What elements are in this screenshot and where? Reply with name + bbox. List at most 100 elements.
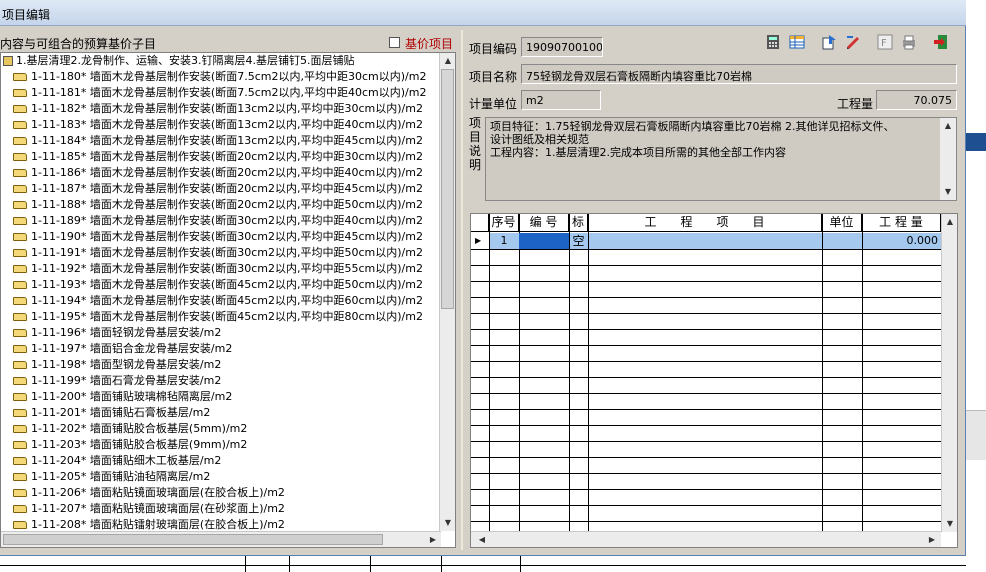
- background-window-strip: [966, 0, 986, 572]
- row-mark[interactable]: 空: [569, 233, 588, 249]
- print-icon[interactable]: [901, 34, 917, 50]
- grid-column-line: [822, 214, 823, 532]
- tree-item[interactable]: 1-11-205* 墙面铺贴油毡隔离层/m2: [13, 469, 210, 485]
- tree-root[interactable]: 1.基层清理2.龙骨制作、运输、安装3.钉隔离层4.基层铺钉5.面层铺贴: [3, 53, 354, 69]
- row-item[interactable]: [588, 233, 822, 249]
- scroll-up-icon[interactable]: ▲: [441, 54, 455, 68]
- tree-item-label: 1-11-188* 墙面木龙骨基层制作安装(断面20cm2以内,平均中距50cm…: [31, 198, 423, 211]
- scroll-down-icon[interactable]: ▼: [943, 517, 957, 531]
- formula-icon[interactable]: F: [877, 34, 893, 50]
- tree-item[interactable]: 1-11-199* 墙面石膏龙骨基层安装/m2: [13, 373, 221, 389]
- tree-item[interactable]: 1-11-188* 墙面木龙骨基层制作安装(断面20cm2以内,平均中距50cm…: [13, 197, 423, 213]
- folder-icon: [13, 393, 27, 401]
- work-item-grid[interactable]: 序号 编 号 标 工 程 项 目 单位 工 程 量 ▶ 1 空 0.000 ▲ …: [470, 213, 958, 548]
- tree-item[interactable]: 1-11-207* 墙面粘贴镜面玻璃面层(在砂浆面上)/m2: [13, 501, 285, 517]
- folder-icon: [13, 473, 27, 481]
- tree-item[interactable]: 1-11-204* 墙面铺贴细木工板基层/m2: [13, 453, 221, 469]
- tree-item[interactable]: 1-11-201* 墙面铺贴石膏板基层/m2: [13, 405, 210, 421]
- grid-column-line: [588, 214, 589, 532]
- tree-item[interactable]: 1-11-191* 墙面木龙骨基层制作安装(断面30cm2以内,平均中距50cm…: [13, 245, 423, 261]
- scroll-up-icon[interactable]: ▲: [941, 119, 955, 133]
- description-scrollbar[interactable]: ▲ ▼: [940, 118, 956, 200]
- description-field[interactable]: 项目特征：1.75轻钢龙骨双层石膏板隔断内填容重比70岩棉 2.其他详见招标文件…: [485, 117, 957, 201]
- base-price-checkbox[interactable]: [389, 37, 400, 48]
- scroll-right-icon[interactable]: ▶: [925, 533, 939, 547]
- scroll-thumb[interactable]: [441, 69, 454, 309]
- grid-row-line: [471, 425, 941, 426]
- tree-item[interactable]: 1-11-182* 墙面木龙骨基层制作安装(断面13cm2以内,平均中距30cm…: [13, 101, 423, 117]
- tree-item[interactable]: 1-11-180* 墙面木龙骨基层制作安装(断面7.5cm2以内,平均中距30c…: [13, 69, 426, 85]
- tree-item-label: 1-11-187* 墙面木龙骨基层制作安装(断面20cm2以内,平均中距45cm…: [31, 182, 423, 195]
- tree-item[interactable]: 1-11-187* 墙面木龙骨基层制作安装(断面20cm2以内,平均中距45cm…: [13, 181, 423, 197]
- tree-item[interactable]: 1-11-202* 墙面铺贴胶合板基层(5mm)/m2: [13, 421, 247, 437]
- tree-item[interactable]: 1-11-183* 墙面木龙骨基层制作安装(断面13cm2以内,平均中距40cm…: [13, 117, 423, 133]
- unit-field[interactable]: m2: [521, 90, 601, 110]
- tree-item[interactable]: 1-11-203* 墙面铺贴胶合板基层(9mm)/m2: [13, 437, 247, 453]
- tree-item-label: 1-11-191* 墙面木龙骨基层制作安装(断面30cm2以内,平均中距50cm…: [31, 246, 423, 259]
- tree-item[interactable]: 1-11-200* 墙面铺贴玻璃棉毡隔离层/m2: [13, 389, 232, 405]
- name-field[interactable]: 75轻钢龙骨双层石膏板隔断内填容重比70岩棉: [521, 64, 957, 84]
- tree-item[interactable]: 1-11-196* 墙面轻钢龙骨基层安装/m2: [13, 325, 221, 341]
- tree-item-label: 1-11-186* 墙面木龙骨基层制作安装(断面20cm2以内,平均中距40cm…: [31, 166, 423, 179]
- tree-item[interactable]: 1-11-185* 墙面木龙骨基层制作安装(断面20cm2以内,平均中距30cm…: [13, 149, 423, 165]
- calculator-icon[interactable]: [765, 34, 781, 50]
- tree-item[interactable]: 1-11-189* 墙面木龙骨基层制作安装(断面30cm2以内,平均中距40cm…: [13, 213, 423, 229]
- folder-icon: [13, 345, 27, 353]
- row-quantity[interactable]: 0.000: [862, 233, 939, 249]
- grid-column-line: [519, 214, 520, 532]
- base-price-checkbox-label[interactable]: 基价项目: [405, 35, 453, 52]
- sub-item-tree[interactable]: 1.基层清理2.龙骨制作、运输、安装3.钉隔离层4.基层铺钉5.面层铺贴 1-1…: [0, 52, 456, 548]
- window-title: 项目编辑: [2, 8, 51, 22]
- folder-icon: [13, 441, 27, 449]
- description-line-3: 工程内容：1.基层清理2.完成本项目所需的其他全部工作内容: [490, 146, 786, 159]
- scroll-left-icon[interactable]: ◀: [475, 533, 489, 547]
- tree-item-label: 1-11-206* 墙面粘贴镜面玻璃面层(在胶合板上)/m2: [31, 486, 285, 499]
- col-header-unit: 单位: [822, 214, 862, 232]
- edit-icon[interactable]: [845, 34, 861, 50]
- tree-item[interactable]: 1-11-190* 墙面木龙骨基层制作安装(断面30cm2以内,平均中距45cm…: [13, 229, 423, 245]
- tree-item[interactable]: 1-11-195* 墙面木龙骨基层制作安装(断面45cm2以内,平均中距80cm…: [13, 309, 423, 325]
- grid-row-line: [471, 393, 941, 394]
- svg-text:F: F: [881, 38, 887, 49]
- tree-vertical-scrollbar[interactable]: ▲ ▼: [439, 53, 455, 531]
- tree-item[interactable]: 1-11-194* 墙面木龙骨基层制作安装(断面45cm2以内,平均中距60cm…: [13, 293, 423, 309]
- tree-item[interactable]: 1-11-193* 墙面木龙骨基层制作安装(断面45cm2以内,平均中距50cm…: [13, 277, 423, 293]
- tree-item-label: 1-11-180* 墙面木龙骨基层制作安装(断面7.5cm2以内,平均中距30c…: [31, 70, 427, 83]
- import-icon[interactable]: [821, 34, 837, 50]
- tree-horizontal-scrollbar[interactable]: ▶: [1, 531, 441, 547]
- code-field[interactable]: 190907001007: [521, 37, 603, 57]
- tree-item[interactable]: 1-11-206* 墙面粘贴镜面玻璃面层(在胶合板上)/m2: [13, 485, 285, 501]
- scroll-down-icon[interactable]: ▼: [941, 185, 955, 199]
- quantity-field[interactable]: 70.075: [876, 90, 957, 110]
- table-icon[interactable]: [789, 34, 805, 50]
- tree-item-label: 1-11-183* 墙面木龙骨基层制作安装(断面13cm2以内,平均中距40cm…: [31, 118, 423, 131]
- tree-item[interactable]: 1-11-197* 墙面铝合金龙骨基层安装/m2: [13, 341, 232, 357]
- grid-row-line: [471, 329, 941, 330]
- row-unit[interactable]: [822, 233, 862, 249]
- project-edit-window: 项目编辑 内容与可组合的预算基价子目 基价项目 1.基层清理2.龙骨制作、运输、…: [0, 0, 966, 556]
- row-code-cell[interactable]: [519, 233, 569, 249]
- tree-item-label: 1-11-203* 墙面铺贴胶合板基层(9mm)/m2: [31, 438, 248, 451]
- folder-icon: [13, 249, 27, 257]
- tree-item-label: 1-11-196* 墙面轻钢龙骨基层安装/m2: [31, 326, 222, 339]
- scroll-down-icon[interactable]: ▼: [441, 516, 455, 530]
- tree-item[interactable]: 1-11-184* 墙面木龙骨基层制作安装(断面13cm2以内,平均中距45cm…: [13, 133, 423, 149]
- exit-icon[interactable]: [933, 34, 949, 50]
- tree-item-label: 1-11-193* 墙面木龙骨基层制作安装(断面45cm2以内,平均中距50cm…: [31, 278, 423, 291]
- grid-vertical-scrollbar[interactable]: ▲ ▼: [941, 214, 957, 532]
- tree-item-label: 1-11-204* 墙面铺贴细木工板基层/m2: [31, 454, 222, 467]
- row-seq[interactable]: 1: [489, 233, 519, 249]
- scroll-right-icon[interactable]: ▶: [426, 533, 440, 547]
- tree-item[interactable]: 1-11-192* 墙面木龙骨基层制作安装(断面30cm2以内,平均中距55cm…: [13, 261, 423, 277]
- folder-icon: [13, 457, 27, 465]
- grid-horizontal-scrollbar[interactable]: ◀ ▶: [471, 531, 941, 547]
- scroll-up-icon[interactable]: ▲: [943, 215, 957, 229]
- description-line-2: 设计图纸及相关规范: [490, 133, 589, 146]
- tree-item[interactable]: 1-11-181* 墙面木龙骨基层制作安装(断面7.5cm2以内,平均中距40c…: [13, 85, 426, 101]
- hscroll-thumb[interactable]: [3, 534, 383, 545]
- tree-item-label: 1-11-207* 墙面粘贴镜面玻璃面层(在砂浆面上)/m2: [31, 502, 285, 515]
- current-row-pointer-icon: ▶: [475, 236, 482, 245]
- tree-item[interactable]: 1-11-186* 墙面木龙骨基层制作安装(断面20cm2以内,平均中距40cm…: [13, 165, 423, 181]
- tree-item[interactable]: 1-11-198* 墙面型钢龙骨基层安装/m2: [13, 357, 221, 373]
- folder-icon: [13, 313, 27, 321]
